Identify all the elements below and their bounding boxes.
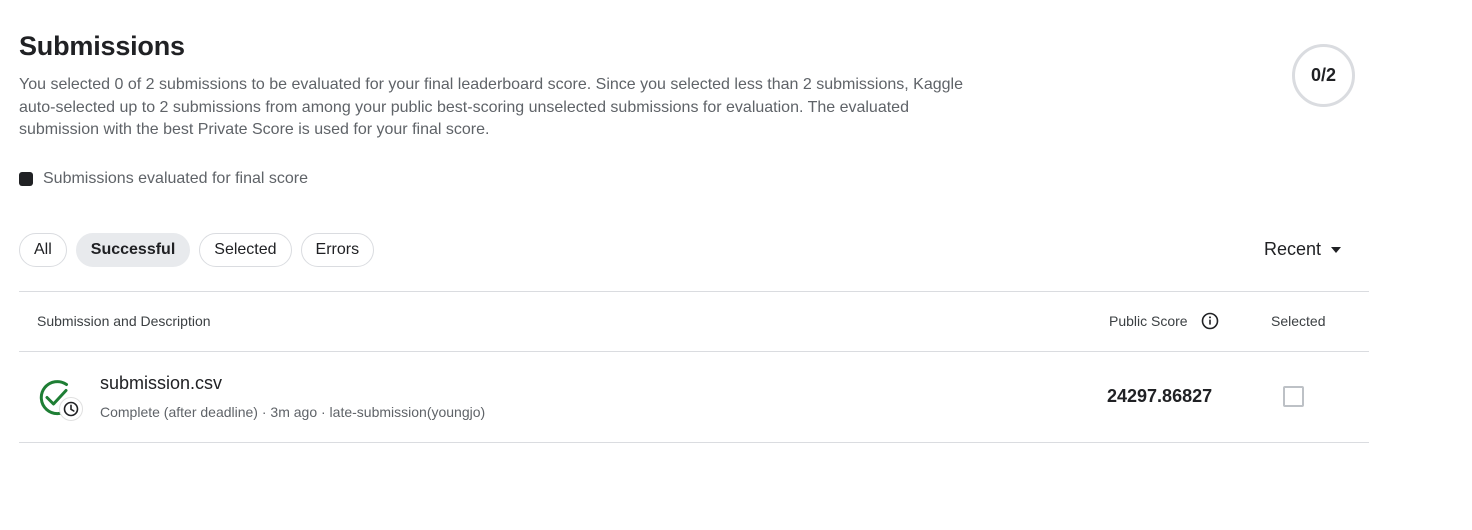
table-bottom-divider <box>19 442 1369 443</box>
page-title: Submissions <box>19 31 185 61</box>
column-header-public-score: Public Score <box>1109 313 1188 329</box>
info-icon[interactable] <box>1201 312 1219 330</box>
sort-label: Recent <box>1264 239 1322 259</box>
filter-selected-chip[interactable]: Selected <box>199 233 292 267</box>
table-header-divider <box>19 351 1369 352</box>
check-clock-icon <box>39 380 83 421</box>
caret-down-icon <box>1331 246 1342 253</box>
select-submission-checkbox[interactable] <box>1283 386 1304 407</box>
legend: Submissions evaluated for final score <box>19 170 308 188</box>
filter-chips: All Successful Selected Errors <box>19 233 375 267</box>
submissions-description: You selected 0 of 2 submissions to be ev… <box>19 76 963 138</box>
selection-counter: 0/2 <box>1292 44 1355 107</box>
legend-label: Submissions evaluated for final score <box>43 170 309 187</box>
submission-filename[interactable]: submission.csv <box>100 373 222 394</box>
submission-meta: Complete (after deadline) · 3m ago · lat… <box>100 404 486 420</box>
filter-successful-chip[interactable]: Successful <box>75 233 191 267</box>
filter-errors-chip[interactable]: Errors <box>300 233 375 267</box>
filter-all-chip[interactable]: All <box>19 233 67 267</box>
submissions-page: Submissions You selected 0 of 2 submissi… <box>0 0 1472 530</box>
sort-dropdown[interactable]: Recent <box>1264 239 1342 260</box>
column-header-submission: Submission and Description <box>37 313 211 329</box>
legend-swatch <box>19 172 33 186</box>
column-header-selected: Selected <box>1271 313 1326 329</box>
public-score-value: 24297.86827 <box>1107 386 1213 406</box>
table-top-divider <box>19 291 1369 292</box>
